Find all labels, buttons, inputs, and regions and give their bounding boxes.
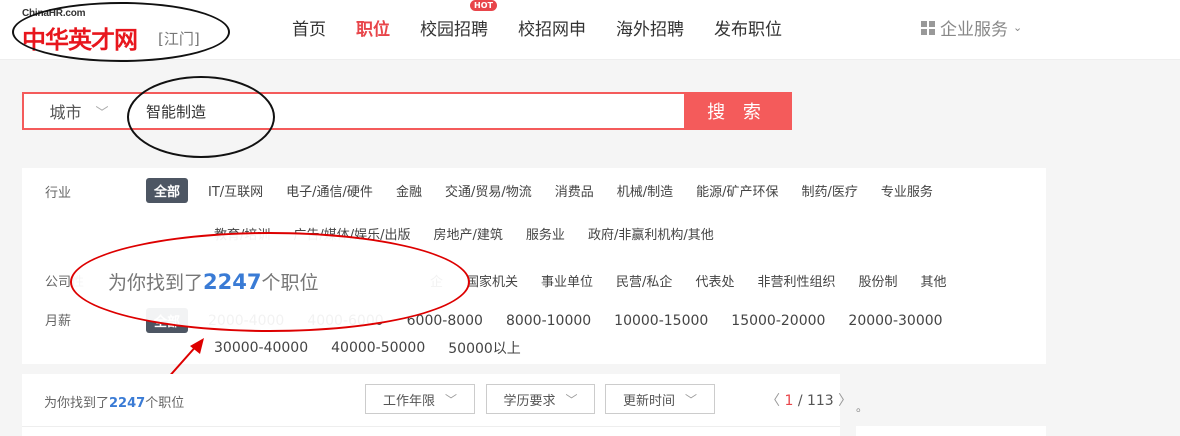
divider [22, 426, 840, 427]
company-type-option[interactable]: 民营/私企 [616, 271, 672, 290]
sort-update-time-dropdown[interactable]: 更新时间 ﹀ [605, 384, 715, 414]
industry-option[interactable]: 制药/医疗 [802, 181, 858, 200]
nav-item-overseas[interactable]: 海外招聘 [616, 15, 684, 40]
nav-item-campus[interactable]: 校园招聘 HOT [420, 0, 497, 40]
company-type-option[interactable]: 股份制 [858, 271, 897, 290]
city-select-label: 城市 [49, 103, 82, 122]
zoomed-count-number: 2247 [203, 270, 262, 294]
next-page-icon[interactable]: 〉 [838, 393, 852, 409]
prev-page-icon[interactable]: 〈 [766, 393, 780, 409]
sort-education-label: 学历要求 [503, 393, 556, 409]
result-count-prefix: 为你找到了 [44, 396, 110, 411]
salary-option[interactable]: 15000-20000 [731, 313, 825, 329]
industry-option[interactable]: 电子/通信/硬件 [286, 181, 373, 200]
sort-experience-label: 工作年限 [382, 393, 435, 409]
sort-update-time-label: 更新时间 [622, 393, 675, 409]
result-count: 为你找到了2247个职位 [44, 392, 184, 411]
company-type-option[interactable]: 其他 [920, 271, 946, 290]
industry-option[interactable]: 金融 [396, 181, 422, 200]
enterprise-service-label: 企业服务 [940, 20, 1008, 40]
industry-option[interactable]: 全部 [146, 178, 189, 203]
industry-option[interactable]: 服务业 [526, 224, 565, 243]
nav-item-home[interactable]: 首页 [292, 15, 326, 40]
salary-label: 月薪 [45, 314, 72, 329]
current-page: 1 [784, 393, 794, 409]
side-text: 。 [856, 400, 869, 414]
zoomed-count-prefix: 为你找到了 [108, 272, 204, 294]
company-type-option[interactable]: 非营利性组织 [757, 271, 835, 290]
nav-item-jobs[interactable]: 职位 [356, 15, 390, 40]
result-count-suffix: 个职位 [145, 396, 185, 411]
side-panel [856, 426, 1046, 436]
city-select[interactable]: 城市 ﹀ [24, 94, 134, 128]
salary-options-row2: 30000-40000 40000-50000 50000以上 [214, 338, 544, 358]
company-type-option[interactable]: 代表处 [695, 271, 734, 290]
zoomed-count-suffix: 个职位 [261, 272, 319, 294]
industry-label: 行业 [45, 186, 72, 201]
salary-option[interactable]: 30000-40000 [214, 340, 308, 356]
company-type-options: 企 国家机关 事业单位 民营/私企 代表处 非营利性组织 股份制 其他 [430, 271, 970, 290]
main-nav: 首页 职位 校园招聘 HOT 校招网申 海外招聘 发布职位 [292, 0, 812, 40]
industry-option[interactable]: 机械/制造 [617, 181, 673, 200]
chevron-down-icon: ⌄ [1013, 21, 1023, 34]
industry-options-row1: 全部 IT/互联网 电子/通信/硬件 金融 交通/贸易/物流 消费品 机械/制造… [146, 178, 956, 203]
industry-option[interactable]: 政府/非赢利机构/其他 [588, 224, 714, 243]
enterprise-service-menu[interactable]: 企业服务 ⌄ [921, 15, 1022, 40]
company-type-option[interactable]: 国家机关 [466, 271, 518, 290]
salary-option[interactable]: 40000-50000 [331, 340, 425, 356]
result-count-number: 2247 [109, 396, 146, 411]
annotation-ellipse-search [127, 76, 275, 158]
sort-experience-dropdown[interactable]: 工作年限 ﹀ [365, 384, 475, 414]
chevron-down-icon: ﹀ [565, 392, 578, 407]
industry-option[interactable]: 专业服务 [881, 181, 933, 200]
grid-icon [921, 20, 935, 35]
chevron-down-icon: ﹀ [95, 105, 109, 121]
salary-option[interactable]: 20000-30000 [848, 313, 942, 329]
salary-option[interactable]: 50000以上 [448, 338, 521, 358]
industry-option[interactable]: 消费品 [555, 181, 594, 200]
industry-option[interactable]: IT/互联网 [208, 181, 263, 200]
zoomed-result-count: 为你找到了2247个职位 [108, 268, 318, 295]
search-button[interactable]: 搜 索 [684, 94, 790, 128]
industry-option[interactable]: 能源/矿产环保 [696, 181, 778, 200]
chevron-down-icon: ﹀ [685, 392, 698, 407]
industry-option[interactable]: 交通/贸易/物流 [445, 181, 532, 200]
nav-item-post-job[interactable]: 发布职位 [714, 15, 782, 40]
sort-education-dropdown[interactable]: 学历要求 ﹀ [486, 384, 595, 414]
hot-badge: HOT [470, 0, 497, 11]
total-pages: / 113 [797, 393, 834, 409]
nav-item-campus-label: 校园招聘 [420, 20, 488, 40]
salary-option[interactable]: 10000-15000 [614, 313, 708, 329]
pagination: 〈 1 / 113 〉 [766, 390, 852, 410]
nav-item-campus-apply[interactable]: 校招网申 [518, 15, 586, 40]
chevron-down-icon: ﹀ [445, 392, 458, 407]
company-type-option[interactable]: 事业单位 [541, 271, 593, 290]
salary-option[interactable]: 8000-10000 [506, 313, 591, 329]
industry-option[interactable]: 房地产/建筑 [434, 224, 503, 243]
annotation-ellipse-logo [12, 2, 230, 62]
